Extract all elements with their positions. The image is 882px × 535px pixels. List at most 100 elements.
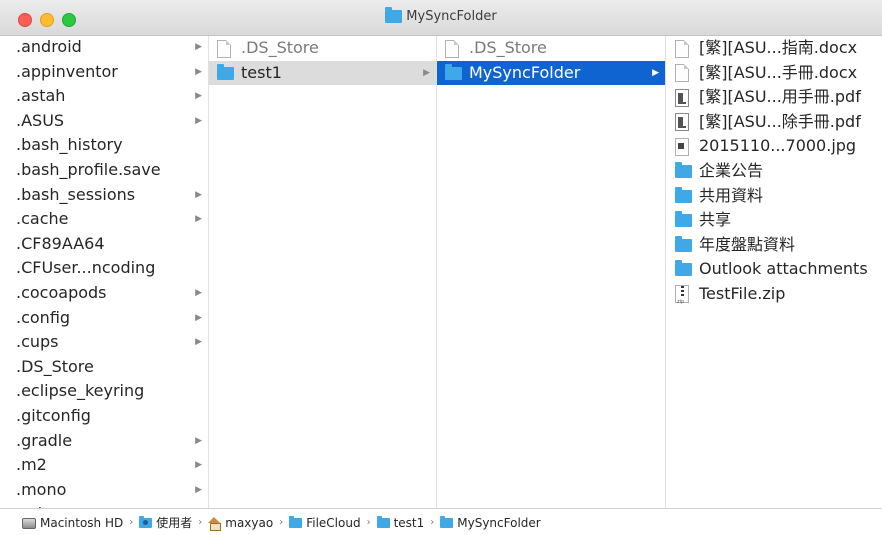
list-item[interactable]: .mono ▶ — [0, 478, 208, 503]
list-item[interactable]: .gitconfig — [0, 404, 208, 429]
list-item[interactable]: Outlook attachments — [666, 257, 882, 282]
chevron-right-icon: ▶ — [195, 460, 202, 471]
list-item[interactable]: .DS_Store — [209, 36, 436, 61]
icon-slot — [445, 63, 469, 80]
list-item[interactable]: 共享 — [666, 208, 882, 233]
chevron-right-icon: ▶ — [195, 287, 202, 298]
folder-icon — [385, 7, 403, 23]
list-item[interactable]: .bash_profile.save — [0, 158, 208, 183]
item-label: 年度盤點資料 — [699, 234, 796, 254]
item-label: .bash_profile.save — [16, 160, 161, 180]
blank-file-icon — [217, 39, 231, 58]
list-item[interactable]: .config ▶ — [0, 306, 208, 331]
list-item[interactable]: .android ▶ — [0, 36, 208, 60]
icon-slot — [675, 39, 699, 58]
item-label: .DS_Store — [469, 38, 547, 58]
item-label: [繁][ASU...用手冊.pdf — [699, 87, 861, 107]
path-separator: › — [366, 516, 371, 528]
item-label: .CF89AA64 — [16, 233, 105, 253]
item-label: .bash_history — [16, 135, 123, 155]
chevron-right-icon: ▶ — [652, 67, 659, 78]
path-separator: › — [198, 516, 203, 528]
item-label: .config — [16, 307, 71, 327]
item-label: .appinventor — [16, 61, 118, 81]
item-label: .eclipse_keyring — [16, 381, 145, 401]
list-item[interactable]: [繁][ASU...指南.docx — [666, 36, 882, 61]
pdf-file-icon — [675, 88, 689, 107]
path-segment[interactable]: test1 — [376, 510, 425, 535]
list-item[interactable]: .ASUS ▶ — [0, 109, 208, 134]
list-item[interactable]: .cache ▶ — [0, 207, 208, 232]
item-label: MySyncFolder — [469, 62, 581, 82]
list-item[interactable]: TestFile.zip — [666, 282, 882, 307]
chevron-right-icon: ▶ — [195, 66, 202, 77]
blank-file-icon — [445, 39, 459, 58]
icon-slot — [675, 113, 699, 132]
item-label: .cache — [16, 209, 69, 229]
list-item[interactable]: .cups ▶ — [0, 330, 208, 355]
column-home[interactable]: .android ▶ .appinventor ▶ .astah ▶ .ASUS ▶ .bash… — [0, 36, 209, 508]
folder-icon — [675, 211, 692, 228]
item-label: Outlook attachments — [699, 259, 868, 279]
list-item[interactable]: .cocoapods ▶ — [0, 281, 208, 306]
path-segment[interactable]: Macintosh HD — [22, 510, 123, 535]
list-item[interactable]: [繁][ASU...用手冊.pdf — [666, 85, 882, 110]
path-segment-label: Macintosh HD — [40, 515, 124, 530]
list-item[interactable]: .bash_history — [0, 133, 208, 158]
home-icon — [208, 517, 222, 531]
list-item[interactable]: .m2 ▶ — [0, 453, 208, 478]
list-item[interactable]: .CF89AA64 — [0, 232, 208, 257]
icon-slot — [445, 39, 469, 58]
folder-icon — [675, 186, 692, 203]
folder-icon — [675, 161, 692, 178]
list-item[interactable]: .DS_Store — [0, 355, 208, 380]
path-segment[interactable]: maxyao — [208, 510, 273, 535]
icon-slot — [217, 39, 241, 58]
list-item[interactable]: 企業公告 — [666, 159, 882, 184]
icon-slot — [675, 161, 699, 178]
path-segment-label: maxyao — [225, 515, 274, 530]
title-bar[interactable]: MySyncFolder — [0, 0, 882, 36]
list-item[interactable]: .gradle ▶ — [0, 429, 208, 454]
item-label: .astah — [16, 86, 66, 106]
item-label: .ASUS — [16, 110, 65, 130]
window-title-text: MySyncFolder — [406, 9, 497, 24]
path-segment[interactable]: FileCloud — [289, 510, 361, 535]
chevron-right-icon: ▶ — [423, 67, 430, 78]
list-item[interactable]: .eclipse_keyring — [0, 379, 208, 404]
list-item[interactable]: .astah ▶ — [0, 84, 208, 109]
list-item[interactable]: test1 ▶ — [209, 60, 436, 86]
list-item[interactable]: [繁][ASU...手冊.docx — [666, 61, 882, 86]
list-item[interactable]: .bash_sessions ▶ — [0, 183, 208, 208]
item-label: .gradle — [16, 430, 73, 450]
item-label: 企業公告 — [699, 161, 764, 181]
column-test1[interactable]: .DS_Store MySyncFolder ▶ — [437, 36, 666, 508]
path-segment-label: test1 — [393, 515, 425, 530]
folder-icon — [675, 260, 692, 277]
list-item[interactable]: .CFUser...ncoding — [0, 256, 208, 281]
hard-drive-icon — [22, 517, 36, 529]
folder-icon — [675, 235, 692, 252]
list-item[interactable]: [繁][ASU...除手冊.pdf — [666, 110, 882, 135]
path-segment[interactable]: MySyncFolder — [440, 510, 541, 535]
icon-slot — [675, 88, 699, 107]
column-mysyncfolder[interactable]: [繁][ASU...指南.docx [繁][ASU...手冊.docx [繁][AS… — [666, 36, 882, 508]
item-label: .bash_sessions — [16, 184, 136, 204]
list-item[interactable]: MySyncFolder ▶ — [437, 60, 665, 86]
item-label: 共享 — [699, 210, 732, 230]
list-item[interactable]: 年度盤點資料 — [666, 233, 882, 258]
item-label: .gitconfig — [16, 406, 91, 426]
path-segment[interactable]: 使用者 — [139, 510, 192, 535]
path-segment-label: FileCloud — [306, 515, 361, 530]
list-item[interactable]: 2015110...7000.jpg — [666, 134, 882, 159]
column-filecloud[interactable]: .DS_Store test1 ▶ — [209, 36, 437, 508]
list-item[interactable]: .appinventor ▶ — [0, 60, 208, 85]
item-label: .android — [16, 37, 82, 57]
chevron-right-icon: ▶ — [195, 214, 202, 225]
list-item[interactable]: 共用資料 — [666, 184, 882, 209]
list-item[interactable]: .DS_Store — [437, 36, 665, 61]
pdf-file-icon — [675, 113, 689, 132]
item-label: .cocoapods — [16, 283, 107, 303]
chevron-right-icon: ▶ — [195, 42, 202, 52]
finder-window: MySyncFolder .android ▶ .appinventor ▶ .asta… — [0, 0, 882, 535]
